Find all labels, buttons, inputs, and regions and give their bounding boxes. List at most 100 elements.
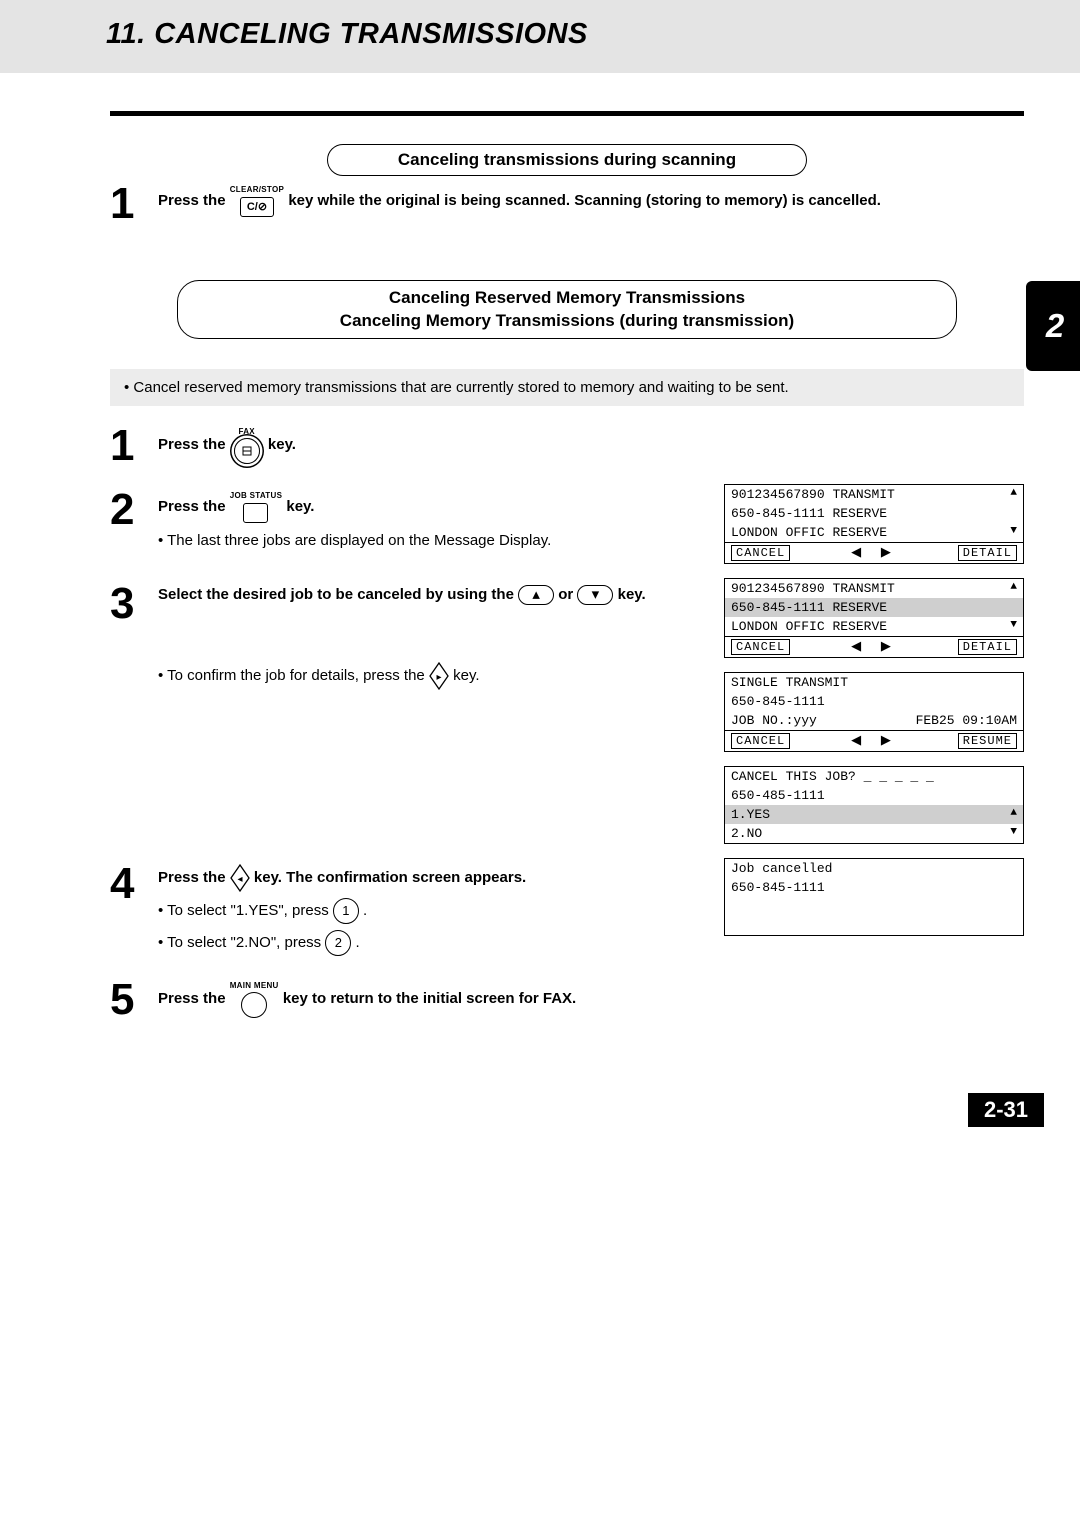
lcd-text: 650-845-1111: [731, 506, 825, 521]
sub-bullet: • To select "2.NO", press 2 .: [158, 930, 706, 956]
clear-stop-key-icon: C/⊘: [240, 197, 274, 218]
left-key-icon: ◂: [230, 864, 250, 892]
lcd-text: RESERVE: [832, 525, 887, 540]
lcd-text: RESERVE: [832, 506, 887, 521]
text: Press the: [158, 192, 230, 209]
lcd-display-2: 901234567890 TRANSMIT ▲ 650-845-1111 RESE…: [724, 578, 1024, 658]
lcd-text: TRANSMIT: [832, 581, 894, 596]
lcd-text: 650-845-1111: [731, 600, 825, 615]
step-number: 4: [110, 864, 158, 904]
down-arrow-icon: ▼: [1010, 619, 1017, 634]
key-label-clearstop: CLEAR/STOP: [230, 184, 284, 196]
step-a1: 1 Press the CLEAR/STOP C/⊘ key while the…: [110, 184, 1024, 224]
section-pill-memory: Canceling Reserved Memory Transmissions …: [177, 280, 957, 340]
lcd-text: 650-845-1111: [731, 694, 825, 709]
lcd-display-1: 901234567890 TRANSMIT ▲ 650-845-1111 RESE…: [724, 484, 1024, 564]
text: key. The confirmation screen appears.: [254, 869, 526, 886]
key-label-jobstatus: JOB STATUS: [230, 490, 282, 502]
right-key-icon: ▸: [429, 662, 449, 690]
up-key-icon: ▴: [518, 585, 554, 605]
svg-text:▸: ▸: [436, 672, 441, 683]
text: • To select "1.YES", press: [158, 902, 333, 919]
nav-arrows-icon: ◀ ▶: [796, 733, 952, 748]
text: key to return to the initial screen for …: [283, 990, 576, 1007]
text: .: [356, 934, 360, 951]
text: key while the original is being scanned.…: [288, 192, 881, 209]
rule: [110, 111, 1024, 116]
text: key.: [268, 436, 296, 453]
text: Select the desired job to be canceled by…: [158, 586, 518, 603]
nav-arrows-icon: ◀ ▶: [796, 639, 952, 654]
lcd-text: Job cancelled: [731, 861, 832, 876]
lcd-text: RESERVE: [832, 619, 887, 634]
text: or: [558, 586, 577, 603]
sub-bullet: • The last three jobs are displayed on t…: [158, 530, 706, 553]
step-number: 3: [110, 584, 158, 624]
up-arrow-icon: ▲: [1010, 581, 1017, 596]
text: key.: [286, 498, 314, 515]
lcd-cancel-button: CANCEL: [731, 545, 790, 561]
text: key.: [618, 586, 646, 603]
lcd-display-4: CANCEL THIS JOB? _ _ _ _ _ 650-485-1111 …: [724, 766, 1024, 844]
lcd-cancel-button: CANCEL: [731, 733, 790, 749]
lcd-text: 650-845-1111: [731, 880, 825, 895]
text: Press the: [158, 436, 230, 453]
nav-arrows-icon: ◀ ▶: [796, 545, 952, 560]
text: .: [363, 902, 367, 919]
page-title: 11. CANCELING TRANSMISSIONS: [106, 18, 1080, 51]
lcd-text: 1.YES: [731, 807, 770, 822]
down-arrow-icon: ▼: [1010, 826, 1017, 841]
text: • To confirm the job for details, press …: [158, 667, 429, 684]
step-1: 1 Press the FAX key.: [110, 426, 1024, 466]
lcd-text: 2.NO: [731, 826, 762, 841]
step-2: 2 Press the JOB STATUS key. • The last t…: [110, 490, 706, 553]
step-number: 1: [110, 426, 158, 466]
lcd-text: 650-485-1111: [731, 788, 825, 803]
lcd-detail-button: DETAIL: [958, 639, 1017, 655]
lcd-text: JOB NO.:yyy: [731, 713, 817, 728]
step-4: 4 Press the ◂ key. The confirmation scre…: [110, 864, 706, 956]
lcd-text: CANCEL THIS JOB? _ _ _ _ _: [731, 769, 934, 784]
text: • To select "2.NO", press: [158, 934, 325, 951]
step-number: 2: [110, 490, 158, 530]
section-pill-scanning: Canceling transmissions during scanning: [327, 144, 807, 176]
text: key.: [453, 667, 479, 684]
lcd-text: TRANSMIT: [832, 487, 894, 502]
fax-key-icon: [234, 438, 260, 464]
lcd-resume-button: RESUME: [958, 733, 1017, 749]
down-key-icon: ▾: [577, 585, 613, 605]
sub-bullet: • To confirm the job for details, press …: [158, 662, 706, 690]
lcd-detail-button: DETAIL: [958, 545, 1017, 561]
lcd-text: RESERVE: [832, 600, 887, 615]
lcd-text: LONDON OFFIC: [731, 619, 825, 634]
one-key-icon: 1: [333, 898, 359, 924]
lcd-text: LONDON OFFIC: [731, 525, 825, 540]
text: Press the: [158, 498, 230, 515]
pill-line-2: Canceling Memory Transmissions (during t…: [340, 311, 794, 330]
svg-text:◂: ◂: [237, 874, 242, 885]
step-3: 3 Select the desired job to be canceled …: [110, 584, 706, 691]
chapter-tab: 2: [1026, 281, 1080, 371]
pill-line-1: Canceling Reserved Memory Transmissions: [389, 288, 745, 307]
up-arrow-icon: ▲: [1010, 807, 1017, 822]
step-number: 5: [110, 980, 158, 1020]
lcd-display-5: Job cancelled 650-845-1111: [724, 858, 1024, 936]
sub-bullet: • To select "1.YES", press 1 .: [158, 898, 706, 924]
step-number: 1: [110, 184, 158, 224]
down-arrow-icon: ▼: [1010, 525, 1017, 540]
lcd-text: 901234567890: [731, 581, 825, 596]
text: Press the: [158, 869, 230, 886]
step-5: 5 Press the MAIN MENU key to return to t…: [110, 980, 1024, 1020]
key-label-fax: FAX: [230, 426, 264, 438]
two-key-icon: 2: [325, 930, 351, 956]
main-menu-key-icon: [241, 992, 267, 1018]
lcd-display-3: SINGLE TRANSMIT 650-845-1111 JOB NO.:yyy…: [724, 672, 1024, 752]
key-label-mainmenu: MAIN MENU: [230, 980, 279, 992]
job-status-key-icon: [243, 503, 268, 524]
lcd-cancel-button: CANCEL: [731, 639, 790, 655]
text: Press the: [158, 990, 230, 1007]
note-box: • Cancel reserved memory transmissions t…: [110, 369, 1024, 406]
lcd-text: 901234567890: [731, 487, 825, 502]
up-arrow-icon: ▲: [1010, 487, 1017, 502]
lcd-text: FEB25 09:10AM: [916, 713, 1017, 728]
